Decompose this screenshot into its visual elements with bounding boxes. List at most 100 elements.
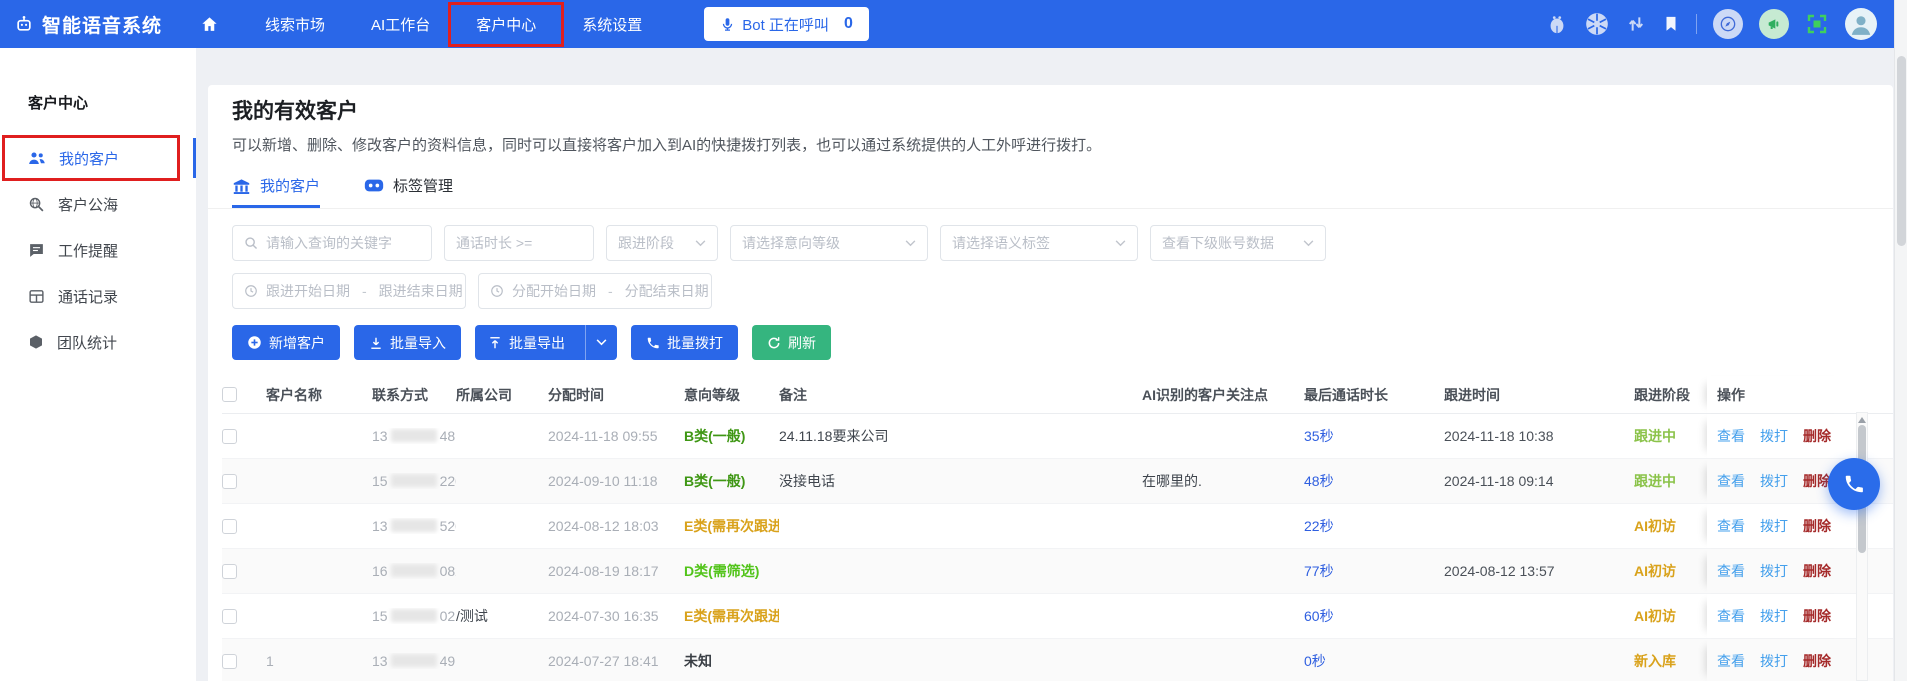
dial-link[interactable]: 拨打 xyxy=(1760,651,1788,671)
export-dropdown-caret[interactable] xyxy=(585,325,617,360)
nav-item-ai-workbench[interactable]: AI工作台 xyxy=(371,14,430,35)
nav-item-leads-market[interactable]: 线索市场 xyxy=(265,14,325,35)
batch-import-button[interactable]: 批量导入 xyxy=(354,325,461,360)
bot-calling-button[interactable]: Bot 正在呼叫 0 xyxy=(704,7,869,41)
dial-link[interactable]: 拨打 xyxy=(1760,561,1788,581)
sidebar-menu: 我的客户 客户公海 工作提醒 通话记录 xyxy=(0,135,196,365)
follow-date-range-picker[interactable]: 跟进开始日期 - 跟进结束日期 xyxy=(232,273,466,309)
delete-link[interactable]: 删除 xyxy=(1803,426,1831,446)
delete-link[interactable]: 删除 xyxy=(1803,651,1831,671)
row-checkbox[interactable] xyxy=(222,609,237,624)
user-avatar[interactable] xyxy=(1845,8,1877,40)
main-content: 我的有效客户 可以新增、删除、修改客户的资料信息，同时可以直接将客户加入到AI的… xyxy=(208,85,1893,681)
row-checkbox[interactable] xyxy=(222,429,237,444)
browser-scrollbar-thumb[interactable] xyxy=(1897,56,1906,246)
hexagon-icon xyxy=(28,334,44,350)
fullscreen-icon[interactable] xyxy=(1805,12,1829,36)
cell-last-call-duration[interactable]: 0秒 xyxy=(1304,651,1444,671)
phone-redaction-blur xyxy=(391,519,437,532)
scrollbar-up-arrow[interactable] xyxy=(1858,417,1866,423)
phone-suffix: 49 xyxy=(440,653,456,669)
home-icon[interactable] xyxy=(200,15,219,34)
tab-tag-management[interactable]: 标签管理 xyxy=(364,175,453,208)
tab-label: 我的客户 xyxy=(260,175,320,196)
dial-link[interactable]: 拨打 xyxy=(1760,471,1788,491)
cell-intent-grade: B类(一般) xyxy=(684,471,779,491)
cell-phone: 1348 xyxy=(372,428,456,444)
nav-item-customer-center[interactable]: 客户中心 xyxy=(476,17,536,34)
phone-redaction-blur xyxy=(391,564,437,577)
sidebar-item-team-stats[interactable]: 团队统计 xyxy=(0,319,196,365)
add-customer-button[interactable]: 新增客户 xyxy=(232,325,340,360)
duration-input[interactable] xyxy=(456,235,582,251)
robot-icon[interactable] xyxy=(1546,13,1568,35)
select-placeholder: 请选择意向等级 xyxy=(742,233,840,253)
refresh-button[interactable]: 刷新 xyxy=(752,325,831,360)
cell-operations: 查看 拨打 删除 xyxy=(1707,504,1856,548)
view-link[interactable]: 查看 xyxy=(1717,651,1745,671)
nav-item-system-settings[interactable]: 系统设置 xyxy=(582,14,642,35)
batch-dial-button[interactable]: 批量拨打 xyxy=(631,325,738,360)
transfer-arrows-icon[interactable] xyxy=(1626,14,1646,34)
keyword-search-input[interactable] xyxy=(232,225,432,261)
delete-link[interactable]: 删除 xyxy=(1803,516,1831,536)
megaphone-icon[interactable] xyxy=(1759,9,1789,39)
select-all-checkbox[interactable] xyxy=(222,387,237,402)
view-link[interactable]: 查看 xyxy=(1717,471,1745,491)
subaccount-data-select[interactable]: 查看下级账号数据 xyxy=(1150,225,1326,261)
call-duration-input[interactable] xyxy=(444,225,594,261)
col-header-note: 备注 xyxy=(779,385,1142,405)
row-checkbox[interactable] xyxy=(222,474,237,489)
cell-last-call-duration[interactable]: 35秒 xyxy=(1304,426,1444,446)
select-placeholder: 请选择语义标签 xyxy=(952,233,1050,253)
row-checkbox[interactable] xyxy=(222,519,237,534)
tab-my-customers[interactable]: 我的客户 xyxy=(232,175,320,208)
cell-last-call-duration[interactable]: 77秒 xyxy=(1304,561,1444,581)
delete-link[interactable]: 删除 xyxy=(1803,606,1831,626)
row-checkbox[interactable] xyxy=(222,654,237,669)
cell-intent-grade: D类(需筛选) xyxy=(684,561,779,581)
view-link[interactable]: 查看 xyxy=(1717,561,1745,581)
batch-export-button[interactable]: 批量导出 xyxy=(475,325,617,360)
phone-prefix: 13 xyxy=(372,653,388,669)
sidebar-item-customer-pool[interactable]: 客户公海 xyxy=(0,181,196,227)
dial-link[interactable]: 拨打 xyxy=(1760,606,1788,626)
table-vertical-scrollbar[interactable] xyxy=(1856,412,1868,681)
follow-stage-select[interactable]: 跟进阶段 xyxy=(606,225,718,261)
sidebar-section-title: 客户中心 xyxy=(28,92,196,113)
cell-follow-stage: 新入库 xyxy=(1634,651,1707,671)
cell-assign-time: 2024-07-27 18:41 xyxy=(548,653,684,669)
assign-date-range-picker[interactable]: 分配开始日期 - 分配结束日期 xyxy=(478,273,712,309)
cell-operations: 查看 拨打 删除 xyxy=(1707,639,1856,681)
chevron-down-icon xyxy=(1303,240,1314,247)
dial-link[interactable]: 拨打 xyxy=(1760,426,1788,446)
date-start-placeholder: 分配开始日期 xyxy=(512,281,596,301)
view-link[interactable]: 查看 xyxy=(1717,426,1745,446)
sidebar-item-call-records[interactable]: 通话记录 xyxy=(0,273,196,319)
aperture-icon[interactable] xyxy=(1584,11,1610,37)
cell-last-call-duration[interactable]: 48秒 xyxy=(1304,471,1444,491)
floating-phone-button[interactable] xyxy=(1828,458,1880,510)
tabs: 我的客户 标签管理 xyxy=(208,175,1893,209)
cell-last-call-duration[interactable]: 60秒 xyxy=(1304,606,1444,626)
page-title: 我的有效客户 xyxy=(232,95,1893,125)
row-checkbox[interactable] xyxy=(222,564,237,579)
semantic-tag-select[interactable]: 请选择语义标签 xyxy=(940,225,1138,261)
compass-icon[interactable] xyxy=(1713,9,1743,39)
date-end-placeholder: 分配结束日期 xyxy=(625,281,709,301)
col-header-intent-grade: 意向等级 xyxy=(684,385,779,405)
cell-last-call-duration[interactable]: 22秒 xyxy=(1304,516,1444,536)
chevron-down-icon xyxy=(695,240,706,247)
sidebar-item-my-customers[interactable]: 我的客户 xyxy=(0,135,196,181)
view-link[interactable]: 查看 xyxy=(1717,606,1745,626)
keyword-input[interactable] xyxy=(266,235,420,251)
bookmark-icon[interactable] xyxy=(1662,14,1680,34)
browser-scrollbar[interactable] xyxy=(1894,0,1907,681)
sidebar-item-work-reminder[interactable]: 工作提醒 xyxy=(0,227,196,273)
dial-link[interactable]: 拨打 xyxy=(1760,516,1788,536)
phone-prefix: 13 xyxy=(372,518,388,534)
delete-link[interactable]: 删除 xyxy=(1803,471,1831,491)
delete-link[interactable]: 删除 xyxy=(1803,561,1831,581)
intent-grade-select[interactable]: 请选择意向等级 xyxy=(730,225,928,261)
view-link[interactable]: 查看 xyxy=(1717,516,1745,536)
